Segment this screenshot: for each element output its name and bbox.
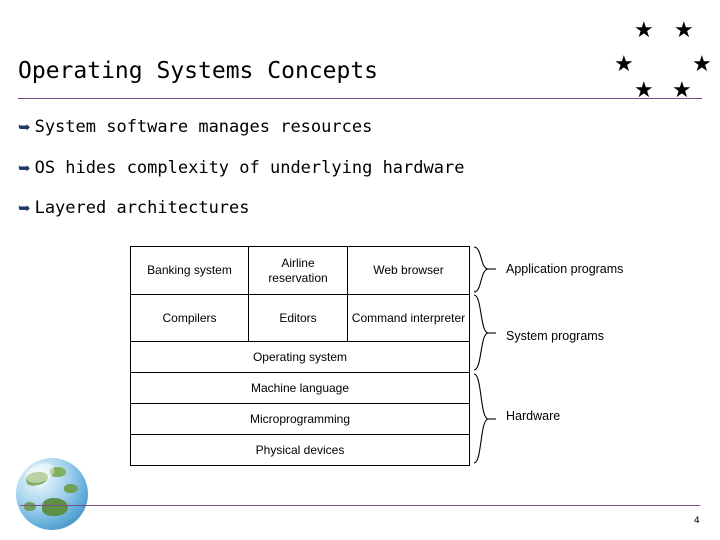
star-icon: ★ — [692, 52, 712, 77]
diagram-cell: Microprogramming — [249, 411, 351, 426]
diagram-row-applications: Banking system Airline reservation Web b… — [131, 247, 469, 295]
footer-divider — [20, 505, 700, 506]
star-icon: ★ — [674, 18, 694, 43]
diagram-cell: Editors — [249, 295, 348, 341]
bullet-label: Layered architectures — [34, 198, 250, 218]
brace-application-programs — [473, 246, 496, 293]
diagram-cell: Machine language — [250, 380, 350, 395]
star-icon: ★ — [614, 52, 634, 77]
diagram-cell: Compilers — [131, 295, 249, 341]
diagram-cell: Banking system — [131, 247, 249, 294]
bullet-item-2: ➥ Layered architectures — [18, 198, 250, 218]
page-title: Operating Systems Concepts — [18, 58, 379, 84]
title-divider — [18, 98, 702, 99]
diagram-cell: Command interpreter — [351, 310, 466, 325]
globe-icon — [16, 458, 88, 530]
group-label-hardware: Hardware — [506, 409, 561, 423]
brace-system-programs — [473, 294, 496, 371]
bullet-marker-icon: ➥ — [18, 118, 31, 136]
star-icon: ★ — [634, 18, 654, 43]
group-label-application-programs: Application programs — [506, 262, 624, 276]
layered-architecture-diagram: Banking system Airline reservation Web b… — [130, 246, 470, 466]
bullet-marker-icon: ➥ — [18, 159, 31, 177]
group-label-system-programs: System programs — [506, 329, 604, 343]
bullet-label: System software manages resources — [34, 117, 373, 137]
diagram-cell: Physical devices — [255, 442, 345, 457]
bullet-label: OS hides complexity of underlying hardwa… — [34, 158, 465, 178]
bullet-marker-icon: ➥ — [18, 199, 31, 217]
diagram-cell: Airline reservation — [249, 247, 348, 294]
bullet-item-0: ➥ System software manages resources — [18, 117, 372, 137]
diagram-row-operating-system: Operating system — [131, 342, 469, 373]
star-decoration: ★ ★ ★ ★ ★ ★ — [612, 18, 712, 103]
diagram-cell: Web browser — [373, 263, 444, 277]
diagram-cell: Operating system — [252, 349, 348, 364]
bullet-item-1: ➥ OS hides complexity of underlying hard… — [18, 158, 464, 178]
diagram-row-system-programs: Compilers Editors Command interpreter — [131, 295, 469, 342]
diagram-row-microprogramming: Microprogramming — [131, 404, 469, 435]
brace-hardware — [473, 373, 496, 464]
diagram-row-machine-language: Machine language — [131, 373, 469, 404]
diagram-row-physical-devices: Physical devices — [131, 435, 469, 465]
page-number: 4 — [694, 516, 700, 526]
